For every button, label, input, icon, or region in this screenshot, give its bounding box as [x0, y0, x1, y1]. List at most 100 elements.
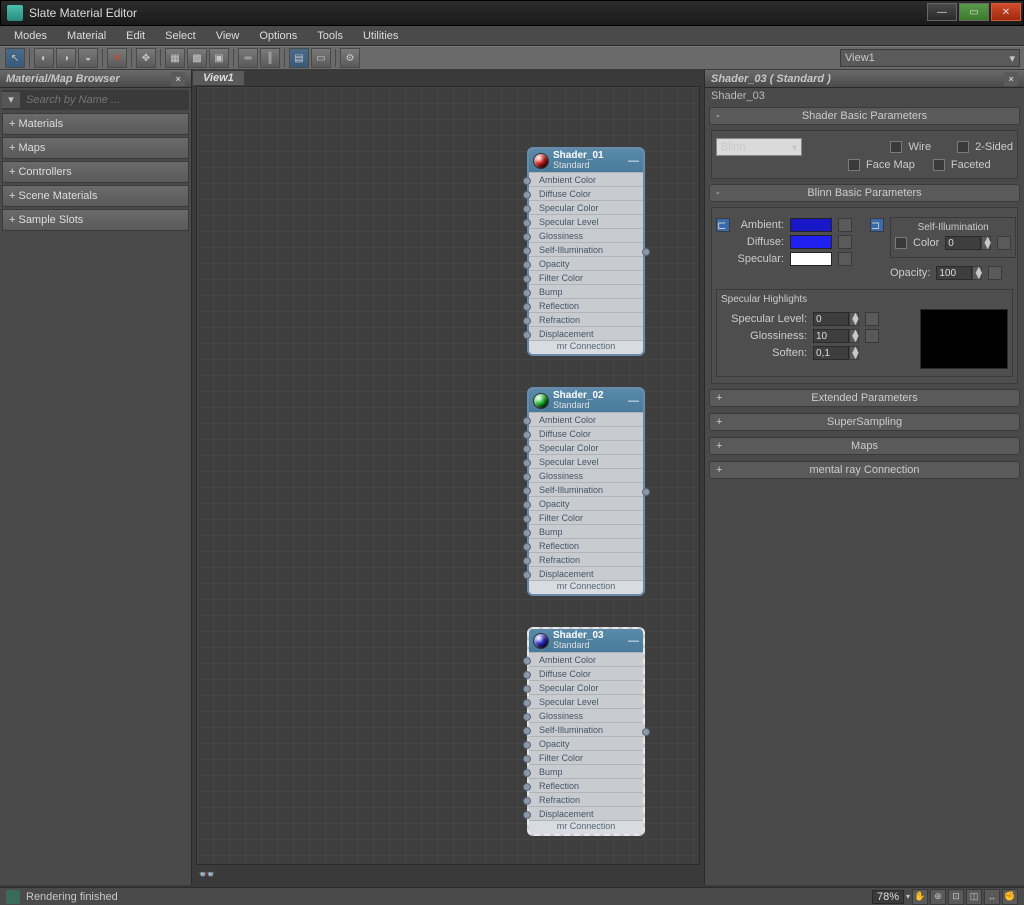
ambient-lock-icon[interactable]: ⊏ — [716, 218, 730, 232]
faceted-checkbox[interactable] — [933, 159, 945, 171]
node-slot[interactable]: Displacement — [529, 326, 643, 340]
navigator-icon[interactable]: 👓 — [198, 866, 215, 883]
close-button[interactable]: ✕ — [991, 3, 1021, 21]
minimize-button[interactable]: — — [927, 3, 957, 21]
node-slot[interactable]: Specular Level — [529, 214, 643, 228]
cat-scene-materials[interactable]: + Scene Materials — [2, 185, 189, 207]
node-slot[interactable]: Diffuse Color — [529, 666, 643, 680]
node-slot[interactable]: Opacity — [529, 736, 643, 750]
node-slot[interactable]: Reflection — [529, 778, 643, 792]
node-minimize-icon[interactable]: — — [628, 395, 639, 407]
node-mr-connection[interactable]: mr Connection — [529, 340, 643, 354]
pick-icon[interactable]: ◐ — [34, 48, 54, 68]
node-slot[interactable]: Diffuse Color — [529, 426, 643, 440]
menu-utilities[interactable]: Utilities — [353, 28, 408, 44]
menu-modes[interactable]: Modes — [4, 28, 57, 44]
pointer-icon[interactable]: ↖ — [5, 48, 25, 68]
ambient-color-swatch[interactable] — [790, 218, 832, 232]
maximize-button[interactable]: ▭ — [959, 3, 989, 21]
node-slot[interactable]: Glossiness — [529, 228, 643, 242]
node-output-socket[interactable] — [642, 488, 650, 496]
node-slot[interactable]: Self-Illumination — [529, 242, 643, 256]
browser-close-icon[interactable]: × — [171, 72, 185, 86]
diffuse-color-swatch[interactable] — [790, 235, 832, 249]
selfillum-value-input[interactable] — [945, 236, 981, 250]
pan-view-icon[interactable]: ↔ — [984, 889, 1000, 905]
node-minimize-icon[interactable]: — — [628, 635, 639, 647]
layout-v-icon[interactable]: ║ — [260, 48, 280, 68]
node-output-socket[interactable] — [642, 248, 650, 256]
selfillum-color-checkbox[interactable] — [895, 237, 907, 249]
material-name-field[interactable]: Shader_03 — [705, 88, 1024, 104]
node-minimize-icon[interactable]: — — [628, 155, 639, 167]
ambient-map-button[interactable] — [838, 218, 852, 232]
cat-sample-slots[interactable]: + Sample Slots — [2, 209, 189, 231]
node-slot[interactable]: Opacity — [529, 496, 643, 510]
node-slot[interactable]: Ambient Color — [529, 412, 643, 426]
facemap-checkbox[interactable] — [848, 159, 860, 171]
wire-checkbox[interactable] — [890, 141, 902, 153]
rollout-blinn-basic[interactable]: -Blinn Basic Parameters — [709, 184, 1020, 202]
zoom-icon[interactable]: ⊕ — [930, 889, 946, 905]
rollout-extended[interactable]: +Extended Parameters — [709, 389, 1020, 407]
node-view[interactable]: View1 Shader_01Standard—Ambient ColorDif… — [192, 70, 704, 885]
twosided-checkbox[interactable] — [957, 141, 969, 153]
menu-edit[interactable]: Edit — [116, 28, 155, 44]
node-slot[interactable]: Opacity — [529, 256, 643, 270]
pan-icon[interactable]: ✋ — [912, 889, 928, 905]
diffuse-lock-icon[interactable]: ⊐ — [870, 218, 884, 232]
hand-icon[interactable]: ✊ — [1002, 889, 1018, 905]
node-mr-connection[interactable]: mr Connection — [529, 820, 643, 834]
menu-material[interactable]: Material — [57, 28, 116, 44]
node-header[interactable]: Shader_02Standard— — [529, 389, 643, 412]
node-slot[interactable]: Refraction — [529, 312, 643, 326]
node-slot[interactable]: Filter Color — [529, 510, 643, 524]
node-header[interactable]: Shader_01Standard— — [529, 149, 643, 172]
rollout-shader-basic[interactable]: -Shader Basic Parameters — [709, 107, 1020, 125]
node-header[interactable]: Shader_03Standard— — [529, 629, 643, 652]
node-slot[interactable]: Glossiness — [529, 468, 643, 482]
node-slot[interactable]: Specular Color — [529, 200, 643, 214]
snap-icon[interactable]: ▤ — [289, 48, 309, 68]
rollout-mentalray[interactable]: +mental ray Connection — [709, 461, 1020, 479]
node-slot[interactable]: Reflection — [529, 538, 643, 552]
shader-type-select[interactable]: Blinn▾ — [716, 138, 802, 156]
speclevel-map-button[interactable] — [865, 312, 879, 326]
node-slot[interactable]: Filter Color — [529, 750, 643, 764]
specular-map-button[interactable] — [838, 252, 852, 266]
zoom-region-icon[interactable]: ◫ — [966, 889, 982, 905]
apply-icon[interactable]: ◑ — [56, 48, 76, 68]
node-slot[interactable]: Self-Illumination — [529, 722, 643, 736]
node-slot[interactable]: Specular Level — [529, 454, 643, 468]
node-slot[interactable]: Specular Color — [529, 440, 643, 454]
preview-icon[interactable]: ▣ — [209, 48, 229, 68]
zoom-extents-icon[interactable]: ⊡ — [948, 889, 964, 905]
rollout-supersampling[interactable]: +SuperSampling — [709, 413, 1020, 431]
cat-maps[interactable]: + Maps — [2, 137, 189, 159]
zoom-value[interactable]: 78% — [872, 890, 904, 904]
node-slot[interactable]: Refraction — [529, 552, 643, 566]
menu-options[interactable]: Options — [249, 28, 307, 44]
opacity-input[interactable] — [936, 266, 972, 280]
soften-input[interactable] — [813, 346, 849, 360]
material-node[interactable]: Shader_01Standard—Ambient ColorDiffuse C… — [527, 147, 645, 356]
node-slot[interactable]: Ambient Color — [529, 652, 643, 666]
cat-controllers[interactable]: + Controllers — [2, 161, 189, 183]
node-slot[interactable]: Bump — [529, 764, 643, 778]
material-node[interactable]: Shader_03Standard—Ambient ColorDiffuse C… — [527, 627, 645, 836]
specular-color-swatch[interactable] — [790, 252, 832, 266]
node-slot[interactable]: Bump — [529, 284, 643, 298]
node-slot[interactable]: Displacement — [529, 806, 643, 820]
view-tab[interactable]: View1 — [192, 70, 245, 86]
node-canvas[interactable]: Shader_01Standard—Ambient ColorDiffuse C… — [196, 86, 700, 865]
node-slot[interactable]: Refraction — [529, 792, 643, 806]
checker-icon[interactable]: ▦ — [165, 48, 185, 68]
diffuse-map-button[interactable] — [838, 235, 852, 249]
cat-materials[interactable]: + Materials — [2, 113, 189, 135]
opacity-map-button[interactable] — [988, 266, 1002, 280]
node-slot[interactable]: Specular Color — [529, 680, 643, 694]
node-output-socket[interactable] — [642, 728, 650, 736]
node-slot[interactable]: Specular Level — [529, 694, 643, 708]
node-slot[interactable]: Glossiness — [529, 708, 643, 722]
view-select[interactable]: View1 ▾ — [840, 49, 1020, 67]
